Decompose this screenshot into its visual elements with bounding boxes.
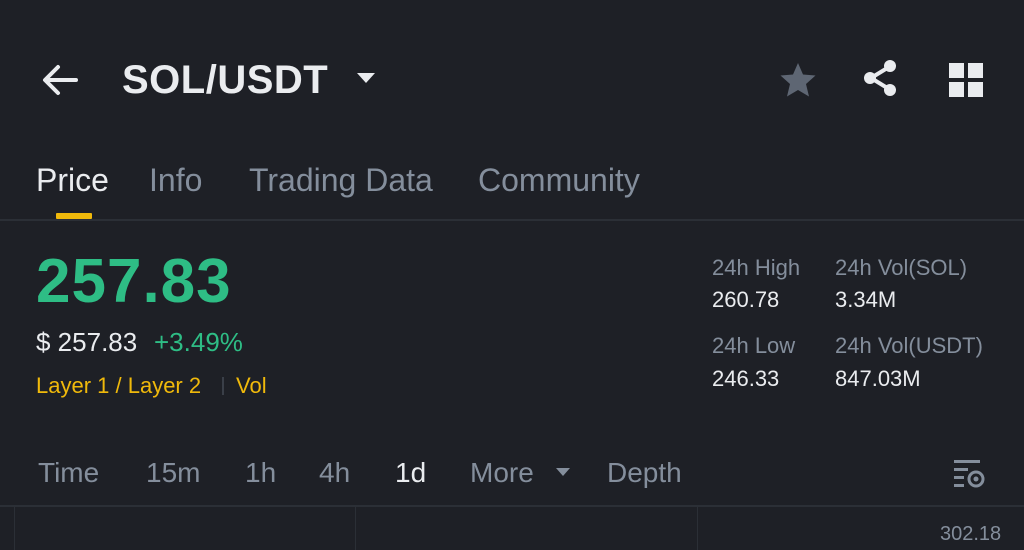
arrow-left-icon xyxy=(43,65,78,95)
chart-settings-icon xyxy=(954,460,985,488)
interval-depth[interactable]: Depth xyxy=(607,456,682,490)
tab-price[interactable]: Price xyxy=(36,160,109,200)
share-button[interactable] xyxy=(858,56,902,100)
pair-title[interactable]: SOL/USDT xyxy=(122,56,328,104)
tab-community[interactable]: Community xyxy=(478,160,640,200)
stat-low-value: 246.33 xyxy=(712,366,780,391)
favorite-button[interactable] xyxy=(776,58,820,102)
tab-info[interactable]: Info xyxy=(149,160,202,200)
share-icon xyxy=(864,60,896,96)
interval-time[interactable]: Time xyxy=(38,456,99,490)
tag-vol[interactable]: Vol xyxy=(236,372,267,400)
stat-low-label: 24h Low xyxy=(712,333,796,358)
stat-vol-quote-value: 847.03M xyxy=(835,366,921,391)
back-button[interactable] xyxy=(38,58,82,102)
tab-trading-data[interactable]: Trading Data xyxy=(249,160,433,200)
pair-selector-caret[interactable] xyxy=(354,70,378,86)
interval-1h[interactable]: 1h xyxy=(245,456,276,490)
stat-high-value: 260.78 xyxy=(712,287,780,312)
tag-separator xyxy=(222,377,224,395)
usd-price: $ 257.83 xyxy=(36,327,138,357)
grid-icon xyxy=(949,63,983,97)
tabs-divider xyxy=(0,219,1024,221)
last-price: 257.83 xyxy=(36,247,232,316)
star-icon xyxy=(780,63,816,97)
chart-settings-button[interactable] xyxy=(950,454,988,492)
more-caret[interactable] xyxy=(554,466,572,478)
stat-high-label: 24h High xyxy=(712,255,801,280)
chart-grid-line xyxy=(355,507,356,550)
tab-bar: Price Info Trading Data Community xyxy=(0,150,1024,220)
chart-grid-line xyxy=(14,507,15,550)
chart-grid-line xyxy=(697,507,698,550)
price-axis-label: 302.18 xyxy=(940,523,1002,545)
chart-top-divider xyxy=(0,505,1024,507)
stat-vol-base-value: 3.34M xyxy=(835,287,897,312)
caret-down-icon xyxy=(556,468,570,476)
caret-down-icon xyxy=(357,73,375,83)
interval-more[interactable]: More xyxy=(470,456,534,490)
stat-vol-quote-label: 24h Vol(USDT) xyxy=(835,333,983,358)
tag-layer[interactable]: Layer 1 / Layer 2 xyxy=(36,372,201,400)
interval-1d[interactable]: 1d xyxy=(395,456,426,490)
price-change-percent: +3.49% xyxy=(154,327,243,357)
interval-15m[interactable]: 15m xyxy=(146,456,200,490)
interval-4h[interactable]: 4h xyxy=(319,456,350,490)
stat-vol-base-label: 24h Vol(SOL) xyxy=(835,255,968,280)
layout-grid-button[interactable] xyxy=(944,58,988,102)
